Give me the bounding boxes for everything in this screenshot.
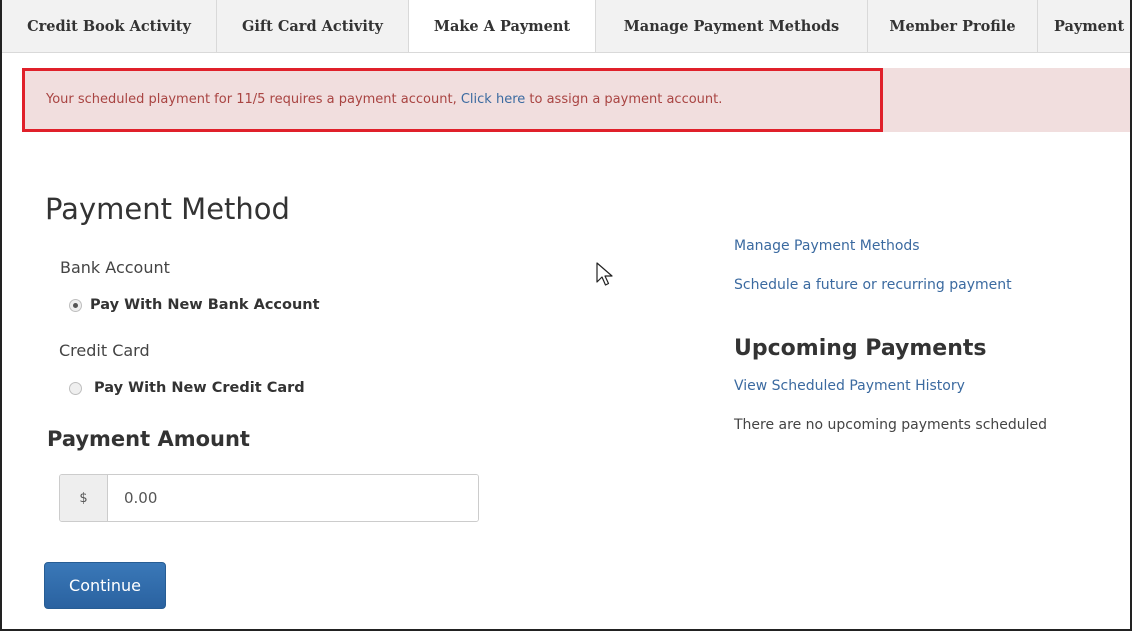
no-upcoming-payments-text: There are no upcoming payments scheduled <box>734 417 1048 433</box>
bank-account-label: Bank Account <box>60 258 170 277</box>
alert-text-before: Your scheduled playment for 11/5 require… <box>46 92 457 107</box>
alert-click-here-link[interactable]: Click here <box>461 92 525 107</box>
currency-addon: $ <box>60 475 108 521</box>
tab-member-profile[interactable]: Member Profile <box>868 0 1038 52</box>
mouse-pointer-icon <box>596 262 613 286</box>
tab-credit-book-activity[interactable]: Credit Book Activity <box>2 0 217 52</box>
credit-card-label: Credit Card <box>59 341 150 360</box>
continue-button[interactable]: Continue <box>44 562 166 609</box>
bank-account-option-label: Pay With New Bank Account <box>90 297 320 313</box>
bank-account-radio[interactable] <box>69 298 82 312</box>
credit-card-option[interactable]: Pay With New Credit Card <box>69 380 305 396</box>
payment-amount-field: $ <box>59 474 479 522</box>
scheduled-payment-history-link[interactable]: View Scheduled Payment History <box>734 378 965 394</box>
payment-amount-input[interactable] <box>108 475 478 521</box>
tab-manage-payment-methods[interactable]: Manage Payment Methods <box>596 0 868 52</box>
credit-card-radio[interactable] <box>69 381 82 395</box>
alert-text-after: to assign a payment account. <box>529 92 723 107</box>
tab-bar: Credit Book Activity Gift Card Activity … <box>2 0 1130 53</box>
page-title: Payment Method <box>45 192 290 226</box>
tab-make-a-payment[interactable]: Make A Payment <box>409 0 596 52</box>
schedule-payment-link[interactable]: Schedule a future or recurring payment <box>734 277 1012 293</box>
payment-amount-title: Payment Amount <box>47 427 250 451</box>
manage-payment-methods-link[interactable]: Manage Payment Methods <box>734 238 920 254</box>
bank-account-option[interactable]: Pay With New Bank Account <box>69 297 320 313</box>
credit-card-option-label: Pay With New Credit Card <box>94 380 305 396</box>
tab-payment[interactable]: Payment <box>1038 0 1130 52</box>
upcoming-payments-title: Upcoming Payments <box>734 336 987 361</box>
tab-gift-card-activity[interactable]: Gift Card Activity <box>217 0 409 52</box>
alert-message: Your scheduled playment for 11/5 require… <box>46 92 722 107</box>
page-frame: Credit Book Activity Gift Card Activity … <box>0 0 1132 631</box>
